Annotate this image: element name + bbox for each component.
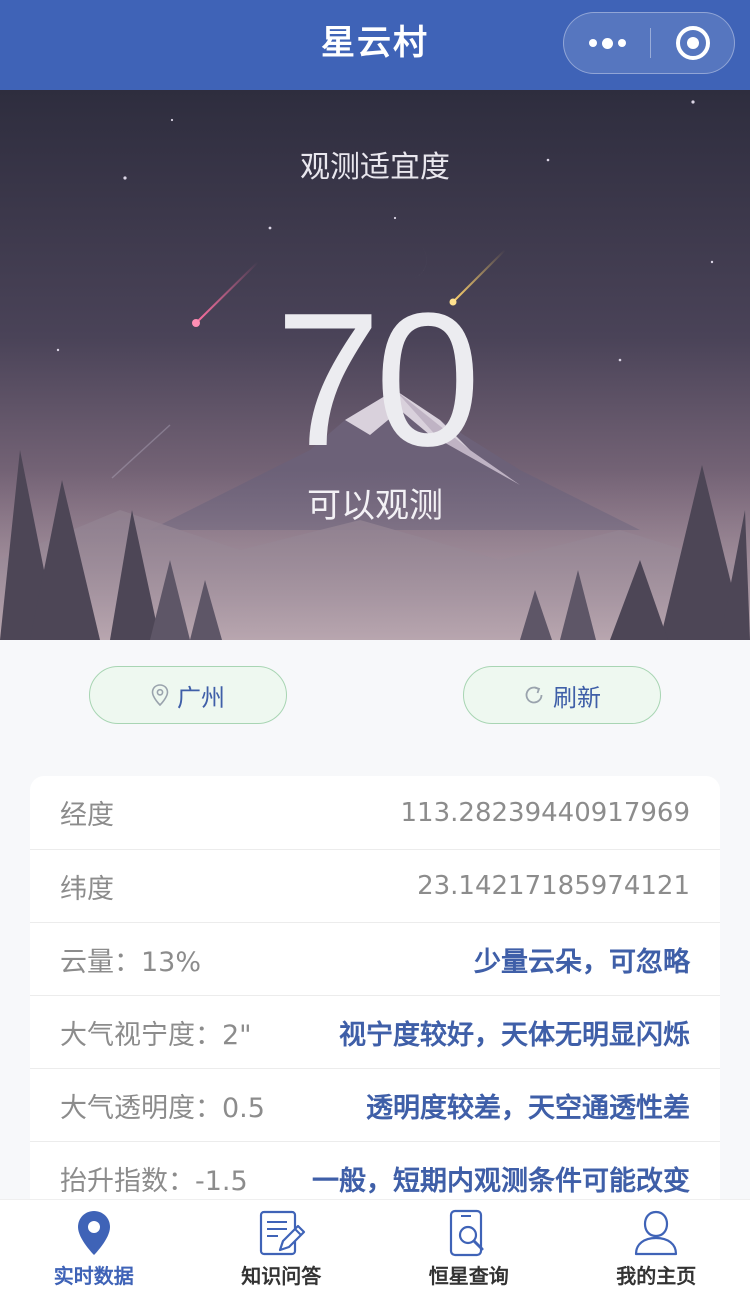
nav-bar: 星云村 — [0, 0, 750, 90]
info-key: 大气视宁度：2" — [60, 1013, 252, 1052]
tab-label: 恒星查询 — [429, 1260, 509, 1289]
info-description: 少量云朵，可忽略 — [474, 940, 690, 979]
bottom-tab-bar: 实时数据 知识问答 恒星查询 我的主页 — [0, 1199, 750, 1296]
info-row-transparency: 大气透明度：0.5 透明度较差，天空通透性差 — [30, 1069, 720, 1142]
info-value: 23.14217185974121 — [417, 871, 690, 901]
info-key: 纬度 — [60, 867, 114, 906]
refresh-button[interactable]: 刷新 — [463, 666, 661, 724]
tab-my-home[interactable]: 我的主页 — [563, 1200, 750, 1296]
tab-realtime-data[interactable]: 实时数据 — [0, 1200, 188, 1296]
capsule-divider — [650, 28, 651, 58]
hero-banner: 观测适宜度 70 可以观测 — [0, 90, 750, 640]
info-key: 经度 — [60, 793, 114, 832]
info-description: 一般，短期内观测条件可能改变 — [312, 1159, 690, 1198]
suitability-status: 可以观测 — [0, 478, 750, 527]
info-row-longitude: 经度 113.28239440917969 — [30, 776, 720, 850]
info-key: 抬升指数：-1.5 — [60, 1159, 248, 1198]
info-description: 透明度较差，天空通透性差 — [366, 1086, 690, 1125]
more-dot-icon — [618, 39, 626, 47]
location-pin-icon — [74, 1208, 114, 1258]
tab-label: 知识问答 — [241, 1260, 321, 1289]
more-menu-button[interactable] — [564, 13, 650, 73]
refresh-label: 刷新 — [553, 678, 601, 713]
tab-knowledge-qa[interactable]: 知识问答 — [188, 1200, 376, 1296]
info-row-seeing: 大气视宁度：2" 视宁度较好，天体无明显闪烁 — [30, 996, 720, 1069]
info-row-latitude: 纬度 23.14217185974121 — [30, 850, 720, 923]
suitability-label: 观测适宜度 — [0, 142, 750, 186]
more-dot-icon — [589, 39, 597, 47]
edit-note-icon — [256, 1208, 306, 1258]
info-description: 视宁度较好，天体无明显闪烁 — [339, 1013, 690, 1052]
location-label: 广州 — [177, 678, 225, 713]
info-key: 云量：13% — [60, 940, 201, 979]
tab-label: 我的主页 — [616, 1260, 696, 1289]
observation-info-card: 经度 113.28239440917969 纬度 23.142171859741… — [30, 776, 720, 1215]
suitability-score: 70 — [0, 285, 750, 475]
info-key: 大气透明度：0.5 — [60, 1086, 265, 1125]
user-icon — [632, 1208, 680, 1258]
phone-search-icon — [447, 1208, 491, 1258]
info-value: 113.28239440917969 — [401, 798, 690, 828]
close-target-icon[interactable] — [676, 26, 710, 60]
location-pin-icon — [151, 684, 169, 706]
tab-label: 实时数据 — [54, 1260, 134, 1289]
mini-program-capsule — [563, 12, 735, 74]
info-row-cloud: 云量：13% 少量云朵，可忽略 — [30, 923, 720, 996]
location-button[interactable]: 广州 — [89, 666, 287, 724]
refresh-icon — [523, 684, 545, 706]
tab-star-query[interactable]: 恒星查询 — [375, 1200, 563, 1296]
more-dot-icon — [602, 38, 613, 49]
